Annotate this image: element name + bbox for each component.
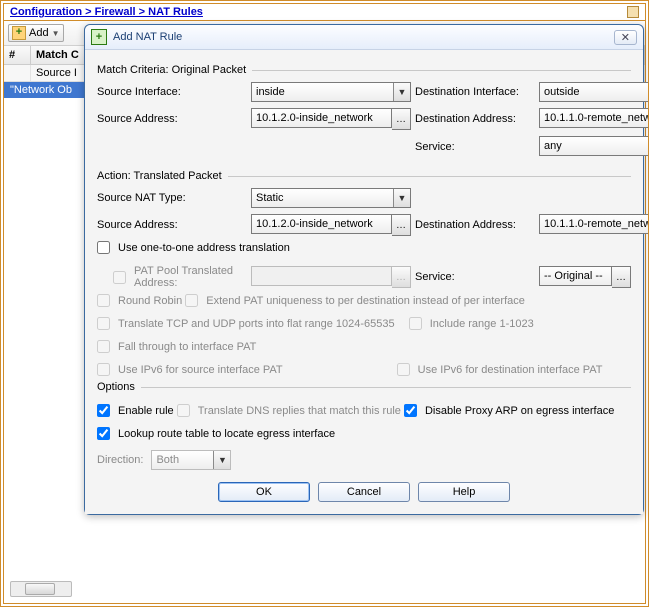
translated-service-input[interactable]: -- Original --	[539, 266, 612, 286]
dialog-titlebar[interactable]: + Add NAT Rule ✕	[85, 25, 643, 50]
service-input[interactable]: any	[539, 136, 649, 156]
breadcrumb-text: Configuration > Firewall > NAT Rules	[10, 6, 203, 18]
chevron-down-icon: ▼	[393, 83, 410, 101]
checkbox-input	[185, 294, 198, 307]
ipv6-dst-checkbox: Use IPv6 for destination interface PAT	[397, 363, 603, 376]
tr-dst-addr-label: Destination Address:	[415, 219, 535, 231]
route-lookup-checkbox[interactable]: Lookup route table to locate egress inte…	[97, 427, 335, 440]
chevron-down-icon: ▼	[393, 189, 410, 207]
sub-blank	[4, 65, 31, 81]
add-nat-rule-dialog: + Add NAT Rule ✕ Match Criteria: Origina…	[84, 24, 644, 515]
translate-dns-checkbox: Translate DNS replies that match this ru…	[177, 404, 401, 417]
ipv6-src-checkbox: Use IPv6 for source interface PAT	[97, 363, 283, 376]
direction-select: Both ▼	[151, 450, 231, 470]
help-button[interactable]: Help	[418, 482, 510, 502]
checkbox-input	[97, 340, 110, 353]
checkbox-input	[97, 363, 110, 376]
checkbox-input	[397, 363, 410, 376]
extend-pat-checkbox: Extend PAT uniqueness to per destination…	[185, 294, 525, 307]
one-to-one-checkbox[interactable]: Use one-to-one address translation	[97, 241, 290, 254]
match-legend: Match Criteria: Original Packet	[97, 64, 246, 76]
browse-button[interactable]: …	[612, 266, 631, 288]
browse-button[interactable]: …	[392, 214, 411, 236]
destination-address-input[interactable]: 10.1.1.0-remote_networ	[539, 108, 649, 128]
add-button-label: Add	[29, 27, 49, 39]
browse-button[interactable]: …	[392, 108, 411, 130]
options-legend: Options	[97, 381, 135, 393]
plus-icon: +	[12, 26, 26, 40]
close-button[interactable]: ✕	[614, 30, 637, 45]
src-if-value: inside	[256, 86, 285, 98]
service-label: Service:	[415, 141, 535, 153]
add-button[interactable]: + Add ▼	[8, 24, 64, 42]
source-interface-select[interactable]: inside ▼	[251, 82, 411, 102]
dst-if-label: Destination Interface:	[415, 86, 535, 98]
src-if-label: Source Interface:	[97, 86, 247, 98]
proxy-arp-checkbox[interactable]: Disable Proxy ARP on egress interface	[404, 404, 614, 417]
src-addr-label: Source Address:	[97, 113, 247, 125]
nat-type-select[interactable]: Static ▼	[251, 188, 411, 208]
ok-button[interactable]: OK	[218, 482, 310, 502]
checkbox-input[interactable]	[404, 404, 417, 417]
dialog-icon: +	[91, 29, 107, 45]
tr-src-addr-label: Source Address:	[97, 219, 247, 231]
breadcrumb[interactable]: Configuration > Firewall > NAT Rules	[4, 4, 645, 21]
checkbox-input	[97, 317, 110, 330]
translated-source-address-input[interactable]: 10.1.2.0-inside_network	[251, 214, 392, 234]
chevron-down-icon: ▼	[213, 451, 230, 469]
checkbox-input	[113, 271, 126, 284]
destination-interface-select[interactable]: outside ▼	[539, 82, 649, 102]
pat-pool-checkbox: PAT Pool Translated Address:	[113, 265, 247, 289]
dst-addr-label: Destination Address:	[415, 113, 535, 125]
cancel-button[interactable]: Cancel	[318, 482, 410, 502]
round-robin-checkbox: Round Robin	[97, 294, 182, 307]
checkbox-input	[97, 294, 110, 307]
pat-pool-input	[251, 266, 392, 286]
action-legend: Action: Translated Packet	[97, 170, 222, 182]
col-number: #	[4, 46, 31, 64]
scrollbar-thumb[interactable]	[25, 583, 55, 595]
enable-rule-checkbox[interactable]: Enable rule	[97, 404, 174, 417]
checkbox-input[interactable]	[97, 427, 110, 440]
checkbox-input[interactable]	[97, 241, 110, 254]
checkbox-input	[177, 404, 190, 417]
minimize-icon[interactable]	[627, 6, 639, 18]
direction-label: Direction:	[97, 454, 143, 466]
dialog-title: Add NAT Rule	[113, 31, 614, 43]
browse-button: …	[392, 266, 411, 288]
horizontal-scrollbar[interactable]	[10, 581, 72, 597]
flat-range-checkbox: Translate TCP and UDP ports into flat ra…	[97, 317, 534, 330]
checkbox-input[interactable]	[97, 404, 110, 417]
checkbox-input	[409, 317, 422, 330]
dst-if-value: outside	[544, 86, 579, 98]
translated-destination-address-input[interactable]: 10.1.1.0-remote_networ	[539, 214, 649, 234]
nat-type-label: Source NAT Type:	[97, 192, 247, 204]
fall-through-checkbox: Fall through to interface PAT	[97, 340, 256, 353]
chevron-down-icon: ▼	[52, 29, 60, 38]
tr-service-label: Service:	[415, 271, 535, 283]
source-address-input[interactable]: 10.1.2.0-inside_network	[251, 108, 392, 128]
